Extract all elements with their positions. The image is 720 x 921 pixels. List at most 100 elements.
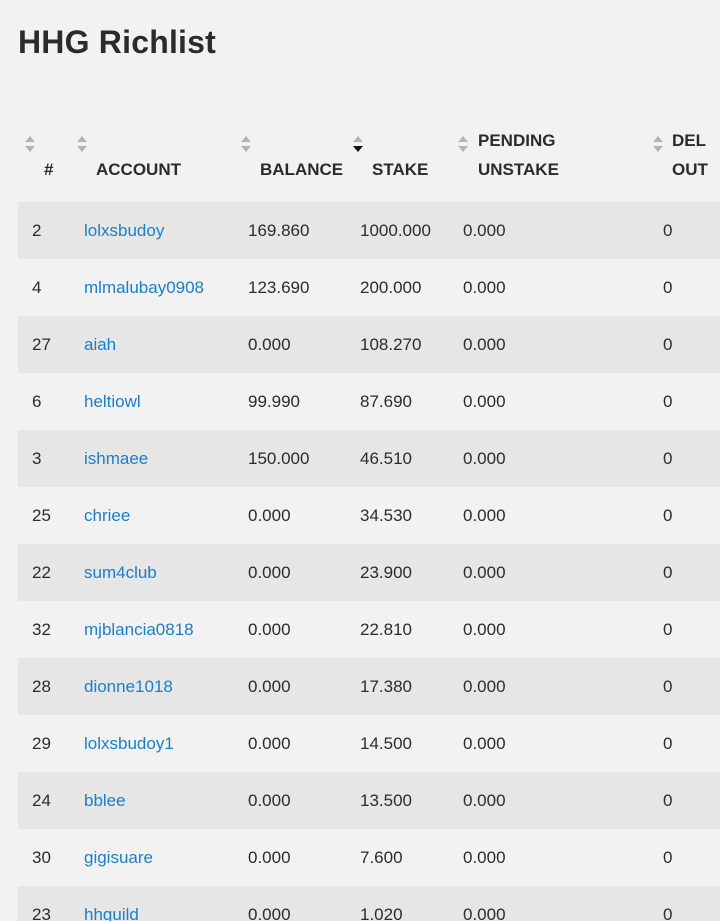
account-link[interactable]: ishmaee: [84, 449, 148, 468]
table-row: 22 sum4club 0.000 23.900 0.000 0: [18, 544, 720, 601]
pending-unstake-cell: 0.000: [463, 430, 652, 487]
account-link[interactable]: aiah: [84, 335, 116, 354]
table-row: 4 mlmalubay0908 123.690 200.000 0.000 0: [18, 259, 720, 316]
account-link[interactable]: lolxsbudoy: [84, 221, 164, 240]
balance-cell: 169.860: [230, 202, 355, 259]
column-header-delegated-out[interactable]: DEL OUT: [652, 104, 720, 202]
delegated-out-cell: 0: [652, 544, 720, 601]
balance-cell: 0.000: [230, 601, 355, 658]
rank-cell: 3: [18, 430, 66, 487]
table-row: 29 lolxsbudoy1 0.000 14.500 0.000 0: [18, 715, 720, 772]
rank-cell: 6: [18, 373, 66, 430]
table-row: 30 gigisuare 0.000 7.600 0.000 0: [18, 829, 720, 886]
table-row: 24 bblee 0.000 13.500 0.000 0: [18, 772, 720, 829]
account-link[interactable]: dionne1018: [84, 677, 173, 696]
delegated-out-cell: 0: [652, 202, 720, 259]
rank-cell: 24: [18, 772, 66, 829]
pending-unstake-cell: 0.000: [463, 715, 652, 772]
stake-cell: 17.380: [355, 658, 463, 715]
rank-cell: 2: [18, 202, 66, 259]
account-cell: gigisuare: [66, 829, 230, 886]
column-header-pending-unstake[interactable]: PENDING UNSTAKE: [458, 104, 652, 202]
delegated-out-cell: 0: [652, 886, 720, 921]
table-row: 32 mjblancia0818 0.000 22.810 0.000 0: [18, 601, 720, 658]
account-link[interactable]: lolxsbudoy1: [84, 734, 174, 753]
balance-cell: 0.000: [230, 715, 355, 772]
sort-descending-icon[interactable]: [352, 134, 364, 154]
sort-both-icon[interactable]: [652, 134, 664, 154]
page-title: HHG Richlist: [18, 24, 216, 60]
rank-cell: 29: [18, 715, 66, 772]
richlist-table-container: # ACCOUNT BALANCE STAKE PENDING UNSTAKE …: [18, 104, 720, 921]
delegated-out-cell: 0: [652, 487, 720, 544]
column-header-label: ACCOUNT: [96, 160, 181, 179]
account-cell: hhguild: [66, 886, 230, 921]
pending-unstake-cell: 0.000: [463, 829, 652, 886]
table-row: 3 ishmaee 150.000 46.510 0.000 0: [18, 430, 720, 487]
sort-both-icon[interactable]: [24, 134, 36, 154]
richlist-page: HHG Richlist # ACCOUNT BALANCE STAKE PEN…: [0, 0, 720, 921]
table-body: 2 lolxsbudoy 169.860 1000.000 0.000 0 4 mlmalub…: [18, 202, 720, 921]
delegated-out-cell: 0: [652, 829, 720, 886]
rank-cell: 23: [18, 886, 66, 921]
stake-cell: 7.600: [355, 829, 463, 886]
pending-unstake-cell: 0.000: [463, 601, 652, 658]
stake-cell: 108.270: [355, 316, 463, 373]
account-cell: heltiowl: [66, 373, 230, 430]
pending-unstake-cell: 0.000: [463, 544, 652, 601]
balance-cell: 150.000: [230, 430, 355, 487]
account-link[interactable]: heltiowl: [84, 392, 141, 411]
delegated-out-cell: 0: [652, 259, 720, 316]
column-header-rank[interactable]: #: [18, 104, 66, 202]
account-link[interactable]: mlmalubay0908: [84, 278, 204, 297]
table-row: 25 chriee 0.000 34.530 0.000 0: [18, 487, 720, 544]
stake-cell: 87.690: [355, 373, 463, 430]
column-header-label: UNSTAKE: [478, 160, 559, 179]
pending-unstake-cell: 0.000: [463, 658, 652, 715]
rank-cell: 4: [18, 259, 66, 316]
delegated-out-cell: 0: [652, 373, 720, 430]
column-header-account[interactable]: ACCOUNT: [66, 104, 230, 202]
balance-cell: 0.000: [230, 829, 355, 886]
table-row: 2 lolxsbudoy 169.860 1000.000 0.000 0: [18, 202, 720, 259]
account-cell: lolxsbudoy1: [66, 715, 230, 772]
stake-cell: 200.000: [355, 259, 463, 316]
column-header-stake[interactable]: STAKE: [352, 104, 463, 202]
rank-cell: 32: [18, 601, 66, 658]
pending-unstake-cell: 0.000: [463, 487, 652, 544]
pending-unstake-cell: 0.000: [463, 259, 652, 316]
account-link[interactable]: mjblancia0818: [84, 620, 194, 639]
balance-cell: 0.000: [230, 487, 355, 544]
column-header-label: OUT: [672, 160, 708, 179]
sort-both-icon[interactable]: [457, 134, 469, 154]
account-cell: chriee: [66, 487, 230, 544]
sort-both-icon[interactable]: [240, 134, 252, 154]
delegated-out-cell: 0: [652, 658, 720, 715]
stake-cell: 34.530: [355, 487, 463, 544]
account-link[interactable]: sum4club: [84, 563, 157, 582]
stake-cell: 22.810: [355, 601, 463, 658]
rank-cell: 27: [18, 316, 66, 373]
account-cell: aiah: [66, 316, 230, 373]
pending-unstake-cell: 0.000: [463, 316, 652, 373]
balance-cell: 0.000: [230, 886, 355, 921]
account-cell: sum4club: [66, 544, 230, 601]
account-link[interactable]: hhguild: [84, 905, 139, 921]
stake-cell: 14.500: [355, 715, 463, 772]
delegated-out-cell: 0: [652, 601, 720, 658]
column-header-balance[interactable]: BALANCE: [230, 104, 355, 202]
account-link[interactable]: bblee: [84, 791, 126, 810]
sort-both-icon[interactable]: [76, 134, 88, 154]
rank-cell: 25: [18, 487, 66, 544]
balance-cell: 0.000: [230, 658, 355, 715]
stake-cell: 23.900: [355, 544, 463, 601]
delegated-out-cell: 0: [652, 430, 720, 487]
table-row: 23 hhguild 0.000 1.020 0.000 0: [18, 886, 720, 921]
delegated-out-cell: 0: [652, 772, 720, 829]
account-link[interactable]: chriee: [84, 506, 130, 525]
account-cell: ishmaee: [66, 430, 230, 487]
table-row: 27 aiah 0.000 108.270 0.000 0: [18, 316, 720, 373]
account-link[interactable]: gigisuare: [84, 848, 153, 867]
column-header-label: #: [44, 160, 54, 179]
pending-unstake-cell: 0.000: [463, 772, 652, 829]
